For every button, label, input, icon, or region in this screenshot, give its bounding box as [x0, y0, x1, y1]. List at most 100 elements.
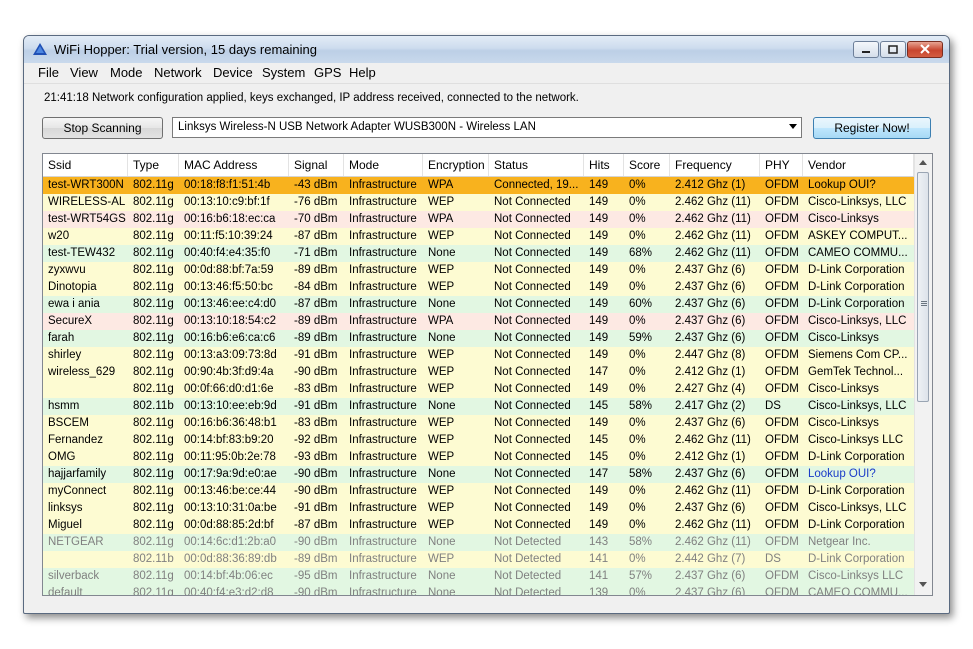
table-row[interactable]: 802.11g 00:0f:66:d0:d1:6e -83 dBm Infrastru…	[43, 381, 914, 398]
column-header-status[interactable]: Status	[489, 154, 584, 176]
cell-ssid: myConnect	[48, 485, 107, 497]
cell-phy: DS	[765, 553, 781, 565]
table-row[interactable]: BSCEM 802.11g 00:16:b6:36:48:b1 -83 dBm Infr…	[43, 415, 914, 432]
menu-file[interactable]: File	[38, 65, 59, 80]
scrollbar-thumb[interactable]	[917, 172, 929, 402]
column-header-frequency[interactable]: Frequency	[670, 154, 760, 176]
cell-signal: -71 dBm	[294, 247, 338, 259]
table-row[interactable]: zyxwvu 802.11g 00:0d:88:bf:7a:59 -89 dBm Inf…	[43, 262, 914, 279]
menu-mode[interactable]: Mode	[110, 65, 143, 80]
cell-mac-address: 00:14:bf:4b:06:ec	[184, 570, 273, 582]
cell-vendor: Cisco-Linksys LLC	[808, 434, 904, 446]
table-row[interactable]: test-TEW432 802.11g 00:40:f4:e4:35:f0 -71 d…	[43, 245, 914, 262]
stop-scanning-button[interactable]: Stop Scanning	[42, 117, 163, 139]
menu-view[interactable]: View	[70, 65, 98, 80]
cell-mode: Infrastructure	[349, 383, 417, 395]
title-bar[interactable]: WiFi Hopper: Trial version, 15 days rema…	[24, 36, 949, 63]
scroll-down-arrow-icon[interactable]	[919, 582, 927, 587]
table-row[interactable]: default 802.11g 00:40:f4:e3:d2:d8 -90 dBm In…	[43, 585, 914, 596]
cell-signal: -89 dBm	[294, 315, 338, 327]
table-row[interactable]: silverback 802.11g 00:14:bf:4b:06:ec -95 dB…	[43, 568, 914, 585]
cell-status: Not Connected	[494, 468, 571, 480]
column-header-ssid[interactable]: Ssid	[43, 154, 128, 176]
minimize-button[interactable]	[853, 41, 879, 58]
cell-mac-address: 00:13:10:31:0a:be	[184, 502, 277, 514]
table-row[interactable]: w20 802.11g 00:11:f5:10:39:24 -87 dBm Infras…	[43, 228, 914, 245]
table-row[interactable]: test-WRT300N 802.11g 00:18:f8:f1:51:4b -43 …	[43, 177, 914, 194]
cell-type: 802.11g	[133, 247, 174, 259]
cell-score: 0%	[629, 315, 646, 327]
menu-device[interactable]: Device	[213, 65, 253, 80]
register-now-button[interactable]: Register Now!	[813, 117, 931, 139]
column-header-score[interactable]: Score	[624, 154, 670, 176]
cell-vendor: Cisco-Linksys	[808, 383, 879, 395]
menu-help[interactable]: Help	[349, 65, 376, 80]
cell-ssid: BSCEM	[48, 417, 89, 429]
table-row[interactable]: Miguel 802.11g 00:0d:88:85:2d:bf -87 dBm Inf…	[43, 517, 914, 534]
cell-mode: Infrastructure	[349, 451, 417, 463]
cell-mac-address: 00:40:f4:e4:35:f0	[184, 247, 271, 259]
table-row[interactable]: hajjarfamily 802.11g 00:17:9a:9d:e0:ae -90 …	[43, 466, 914, 483]
close-button[interactable]	[907, 41, 943, 58]
cell-status: Not Connected	[494, 349, 571, 361]
cell-ssid: SecureX	[48, 315, 93, 327]
cell-type: 802.11g	[133, 366, 174, 378]
cell-vendor[interactable]: Lookup OUI?	[803, 466, 914, 483]
scroll-up-arrow-icon[interactable]	[919, 160, 927, 165]
table-row[interactable]: 802.11b 00:0d:88:36:89:db -89 dBm Infrastru…	[43, 551, 914, 568]
vertical-scrollbar[interactable]	[914, 154, 932, 595]
table-row[interactable]: linksys 802.11g 00:13:10:31:0a:be -91 dBm In…	[43, 500, 914, 517]
menu-gps[interactable]: GPS	[314, 65, 341, 80]
cell-signal: -90 dBm	[294, 366, 338, 378]
cell-signal: -90 dBm	[294, 468, 338, 480]
cell-mode: Infrastructure	[349, 366, 417, 378]
table-row[interactable]: hsmm 802.11b 00:13:10:ee:eb:9d -91 dBm Infra…	[43, 398, 914, 415]
column-header-phy[interactable]: PHY	[760, 154, 803, 176]
column-header-vendor[interactable]: Vendor	[803, 154, 914, 176]
adapter-select[interactable]: Linksys Wireless-N USB Network Adapter W…	[172, 117, 802, 138]
column-header-mode[interactable]: Mode	[344, 154, 423, 176]
table-row[interactable]: ewa i ania 802.11g 00:13:46:ee:c4:d0 -87 dB…	[43, 296, 914, 313]
cell-phy: DS	[765, 400, 781, 412]
menu-network[interactable]: Network	[154, 65, 202, 80]
cell-vendor: Cisco-Linksys	[808, 213, 879, 225]
table-row[interactable]: wireless_629 802.11g 00:90:4b:3f:d9:4a -90 …	[43, 364, 914, 381]
table-row[interactable]: farah 802.11g 00:16:b6:e6:ca:c6 -89 dBm Infr…	[43, 330, 914, 347]
table-row[interactable]: Fernandez 802.11g 00:14:bf:83:b9:20 -92 dBm…	[43, 432, 914, 449]
table-row[interactable]: SecureX 802.11g 00:13:10:18:54:c2 -89 dBm In…	[43, 313, 914, 330]
menu-system[interactable]: System	[262, 65, 305, 80]
column-header-signal[interactable]: Signal	[289, 154, 344, 176]
cell-score: 57%	[629, 570, 653, 582]
cell-mac-address: 00:16:b6:36:48:b1	[184, 417, 277, 429]
table-header: Ssid Type MAC Address Signal Mode Encryption S…	[43, 154, 914, 177]
cell-type: 802.11g	[133, 349, 174, 361]
table-row[interactable]: test-WRT54GS 802.11g 00:16:b6:18:ec:ca -70 …	[43, 211, 914, 228]
maximize-button[interactable]	[880, 41, 906, 58]
cell-hits: 149	[589, 349, 609, 361]
column-header-encryption[interactable]: Encryption	[423, 154, 489, 176]
cell-mode: Infrastructure	[349, 213, 417, 225]
cell-encryption: WEP	[428, 434, 455, 446]
table-row[interactable]: OMG 802.11g 00:11:95:0b:2e:78 -93 dBm Infras…	[43, 449, 914, 466]
table-row[interactable]: Dinotopia 802.11g 00:13:46:f5:50:bc -84 dBm…	[43, 279, 914, 296]
column-header-type[interactable]: Type	[128, 154, 179, 176]
cell-type: 802.11g	[133, 587, 174, 596]
table-row[interactable]: WIRELESS-AL 802.11g 00:13:10:c9:bf:1f -76 d…	[43, 194, 914, 211]
column-header-hits[interactable]: Hits	[584, 154, 624, 176]
networks-table[interactable]: Ssid Type MAC Address Signal Mode Encryption S…	[42, 153, 933, 596]
cell-type: 802.11g	[133, 298, 174, 310]
cell-vendor: ASKEY COMPUT...	[808, 230, 908, 242]
table-row[interactable]: NETGEAR 802.11g 00:14:6c:d1:2b:a0 -90 dBm In…	[43, 534, 914, 551]
cell-mode: Infrastructure	[349, 264, 417, 276]
table-row[interactable]: myConnect 802.11g 00:13:46:be:ce:44 -90 dBm…	[43, 483, 914, 500]
cell-phy: OFDM	[765, 298, 799, 310]
cell-phy: OFDM	[765, 502, 799, 514]
table-row[interactable]: shirley 802.11g 00:13:a3:09:73:8d -91 dBm In…	[43, 347, 914, 364]
cell-signal: -83 dBm	[294, 383, 338, 395]
dropdown-arrow-icon[interactable]	[789, 124, 797, 129]
cell-mac-address: 00:13:a3:09:73:8d	[184, 349, 277, 361]
cell-ssid: zyxwvu	[48, 264, 86, 276]
cell-status: Not Connected	[494, 213, 571, 225]
cell-score: 0%	[629, 281, 646, 293]
column-header-mac-address[interactable]: MAC Address	[179, 154, 289, 176]
